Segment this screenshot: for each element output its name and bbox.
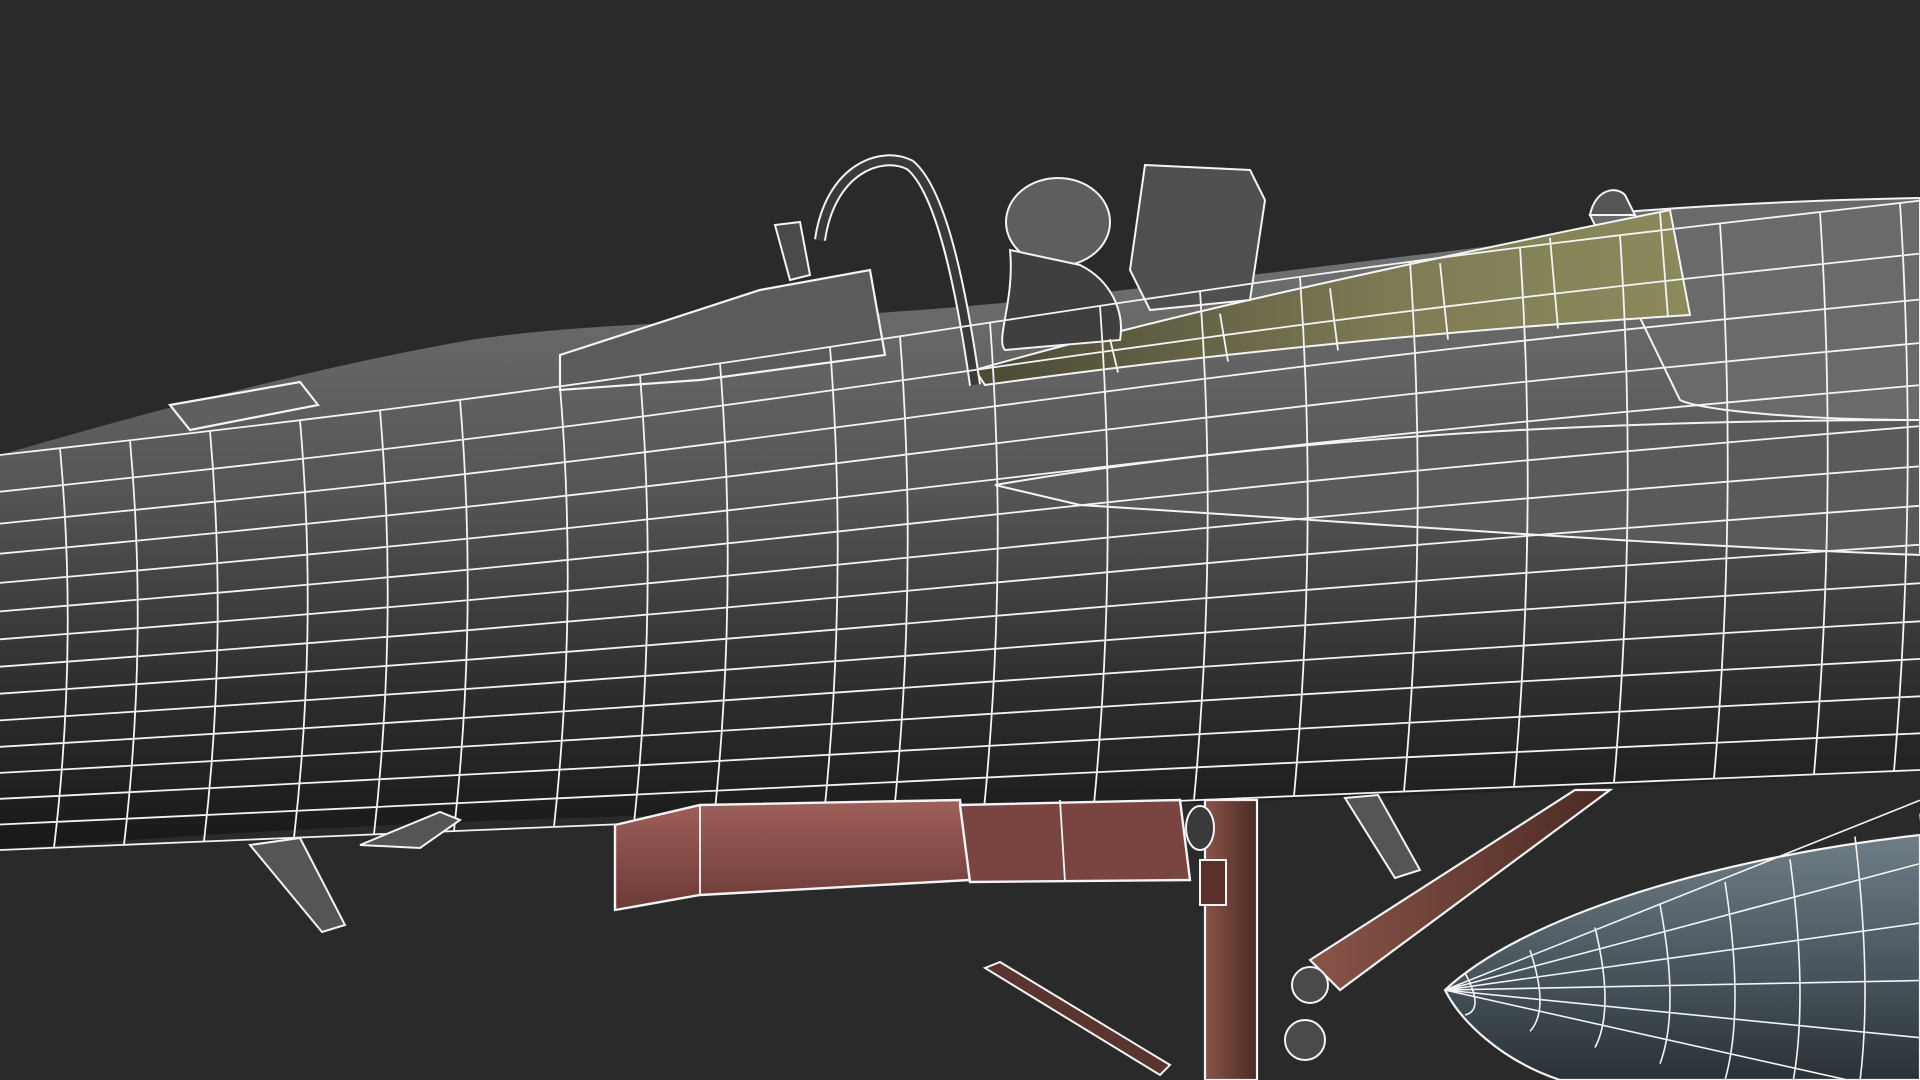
pilot (1001, 177, 1122, 352)
gear-actuator (1199, 859, 1227, 906)
gear-hinge (1291, 966, 1329, 1004)
ventral-blade-3 (1343, 793, 1422, 880)
weapon-bay-door-front (613, 798, 972, 912)
nose-antenna (773, 220, 812, 282)
ventral-blade-1 (248, 836, 347, 934)
gear-light (1185, 805, 1215, 851)
gear-pivot (1284, 1019, 1326, 1061)
render-viewport (0, 0, 1920, 1080)
gear-main-leg (1203, 798, 1259, 1080)
weapon-bay (613, 798, 1192, 912)
weapon-bay-door-rear (958, 798, 1192, 884)
ejection-seat (1128, 163, 1267, 312)
tow-bar (982, 960, 1172, 1077)
dorsal-fin (1588, 189, 1637, 216)
pilot-body (1001, 248, 1122, 352)
aircraft-wireframe-render (0, 154, 1920, 1080)
